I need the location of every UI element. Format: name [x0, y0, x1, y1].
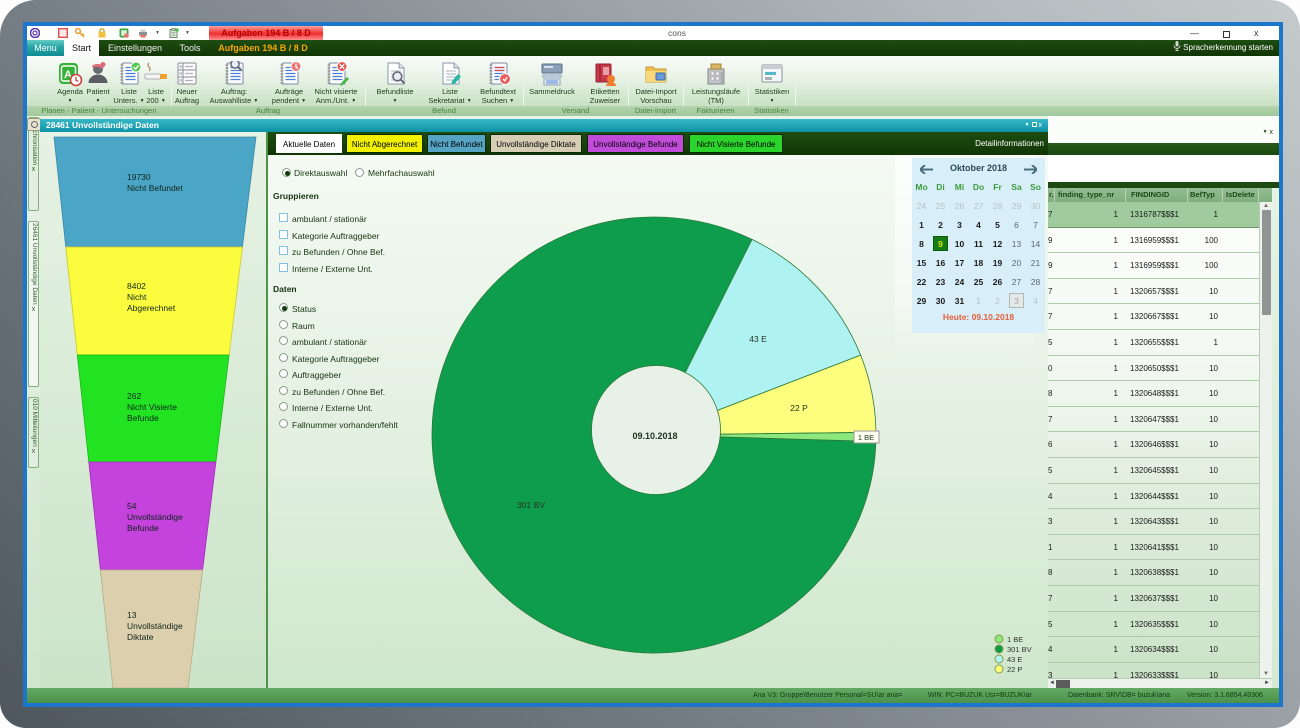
svg-text:43 E: 43 E: [1007, 655, 1022, 664]
svg-text:Abgerechnet: Abgerechnet: [127, 303, 176, 313]
svg-text:1 BE: 1 BE: [858, 433, 874, 442]
svg-text:19730: 19730: [127, 172, 151, 182]
svg-text:Befunde: Befunde: [127, 523, 159, 533]
svg-text:Befunde: Befunde: [127, 413, 159, 423]
svg-text:54: 54: [127, 501, 137, 511]
svg-text:13: 13: [127, 610, 137, 620]
svg-text:1 BE: 1 BE: [1007, 635, 1023, 644]
svg-text:Nicht: Nicht: [127, 292, 147, 302]
svg-text:09.10.2018: 09.10.2018: [632, 431, 677, 441]
svg-text:Diktate: Diktate: [127, 632, 154, 642]
svg-text:Nicht Befundet: Nicht Befundet: [127, 183, 183, 193]
svg-text:301 BV: 301 BV: [1007, 645, 1032, 654]
svg-text:22 P: 22 P: [790, 403, 808, 413]
svg-text:Unvollständige: Unvollständige: [127, 621, 183, 631]
svg-text:22 P: 22 P: [1007, 665, 1022, 674]
svg-text:Nicht Visierte: Nicht Visierte: [127, 402, 177, 412]
svg-text:262: 262: [127, 391, 141, 401]
svg-text:Unvollständige: Unvollständige: [127, 512, 183, 522]
svg-text:43 E: 43 E: [749, 334, 767, 344]
svg-text:8402: 8402: [127, 281, 146, 291]
svg-text:301 BV: 301 BV: [517, 500, 545, 510]
